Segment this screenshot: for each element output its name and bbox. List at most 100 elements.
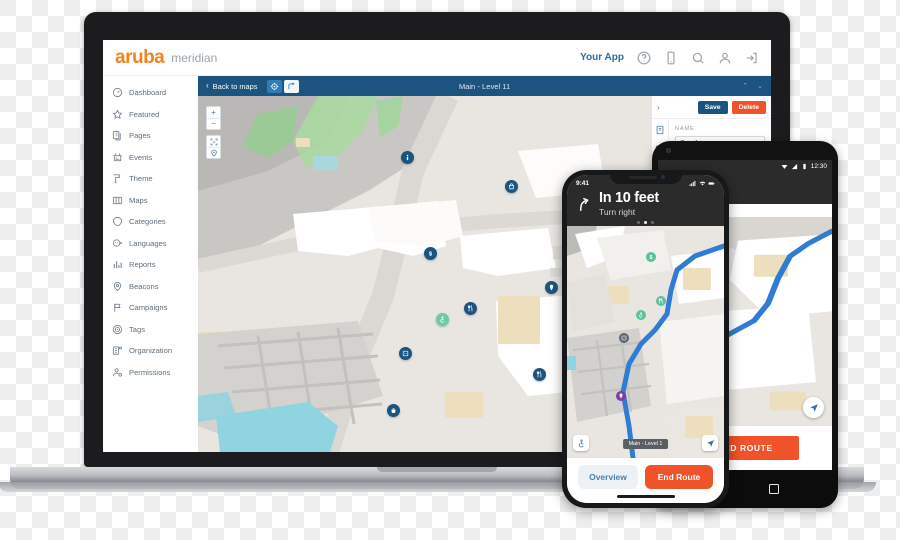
map-marker-accessible[interactable] bbox=[435, 313, 449, 327]
save-button[interactable]: Save bbox=[697, 100, 728, 114]
sidebar-label: Campaigns bbox=[129, 303, 168, 313]
reports-icon bbox=[112, 259, 123, 270]
sidebar-label: Languages bbox=[129, 238, 167, 248]
wifi-icon bbox=[781, 163, 788, 170]
iphone-status-icons bbox=[689, 180, 715, 187]
map-toolbar: ‹ Back to maps Main - Level 11 ⌃ ⌄ bbox=[198, 76, 771, 96]
battery-icon bbox=[708, 180, 715, 187]
svg-text:$: $ bbox=[649, 254, 652, 259]
iphone-home-indicator[interactable] bbox=[616, 495, 675, 498]
iphone-recenter-button[interactable] bbox=[702, 435, 718, 451]
back-to-maps-button[interactable]: ‹ Back to maps bbox=[206, 82, 257, 91]
sidebar-item-maps[interactable]: Maps bbox=[103, 190, 198, 212]
your-app-link[interactable]: Your App bbox=[580, 52, 624, 63]
search-icon[interactable] bbox=[691, 51, 705, 65]
iphone-overview-button[interactable]: Overview bbox=[578, 465, 638, 489]
accessible-icon bbox=[639, 311, 643, 318]
beacon-icon bbox=[112, 281, 123, 292]
delete-button[interactable]: Delete bbox=[731, 100, 766, 114]
sidebar-item-languages[interactable]: Languages bbox=[103, 233, 198, 255]
elevator-icon bbox=[621, 335, 627, 341]
iphone-end-route-button[interactable]: End Route bbox=[645, 465, 713, 489]
android-recenter-button[interactable] bbox=[803, 397, 824, 418]
iphone-map[interactable]: $ Main - Level 1 bbox=[567, 226, 724, 458]
wifi-icon bbox=[699, 180, 706, 187]
collapse-up-icon[interactable]: ⌃ bbox=[742, 82, 748, 90]
events-icon bbox=[112, 152, 123, 163]
languages-icon bbox=[112, 238, 123, 249]
panel-expand-chevron-icon[interactable]: › bbox=[657, 103, 660, 112]
sidebar-item-reports[interactable]: Reports bbox=[103, 254, 198, 276]
iphone-accessibility-button[interactable] bbox=[573, 435, 589, 451]
details-icon[interactable] bbox=[655, 125, 665, 135]
sidebar-item-dashboard[interactable]: Dashboard bbox=[103, 82, 198, 104]
restaurant-icon bbox=[468, 305, 473, 312]
map-marker-pin[interactable] bbox=[544, 281, 558, 295]
navigation-arrow-icon bbox=[809, 403, 818, 412]
info-icon bbox=[407, 154, 409, 161]
sidebar-label: Events bbox=[129, 152, 153, 162]
user-icon[interactable] bbox=[718, 51, 732, 65]
maps-icon bbox=[112, 195, 123, 206]
iphone-marker-destination[interactable] bbox=[615, 390, 626, 401]
iphone-marker-elevator[interactable] bbox=[618, 332, 629, 343]
iphone-turn-text: In 10 feet Turn right bbox=[599, 190, 659, 217]
logout-icon[interactable] bbox=[745, 51, 759, 65]
map-collapse-controls: ⌃ ⌄ bbox=[742, 82, 763, 90]
tag-icon bbox=[112, 216, 123, 227]
permissions-icon bbox=[112, 367, 123, 378]
sidebar-item-tags[interactable]: Tags bbox=[103, 319, 198, 341]
mobile-icon[interactable] bbox=[664, 51, 678, 65]
map-marker-shopping[interactable] bbox=[504, 179, 518, 193]
map-tool-buttons bbox=[267, 79, 300, 93]
sidebar-item-categories[interactable]: Categories bbox=[103, 211, 198, 233]
fit-bounds-button[interactable] bbox=[207, 136, 220, 147]
sidebar-item-campaigns[interactable]: Campaigns bbox=[103, 297, 198, 319]
dashboard-icon bbox=[112, 87, 123, 98]
page-dot-active[interactable] bbox=[644, 221, 647, 225]
iphone-marker-atm[interactable]: $ bbox=[645, 251, 656, 262]
sidebar-label: Maps bbox=[129, 195, 148, 205]
theme-icon bbox=[112, 173, 123, 184]
map-marker-bag[interactable] bbox=[387, 403, 401, 417]
sidebar-item-permissions[interactable]: Permissions bbox=[103, 362, 198, 384]
pages-icon bbox=[112, 130, 123, 141]
help-icon[interactable] bbox=[637, 51, 651, 65]
sidebar-item-featured[interactable]: Featured bbox=[103, 104, 198, 126]
locate-button[interactable] bbox=[207, 147, 220, 158]
collapse-down-icon[interactable]: ⌄ bbox=[757, 82, 763, 90]
elevator-icon bbox=[402, 350, 408, 357]
sidebar-item-theme[interactable]: Theme bbox=[103, 168, 198, 190]
map-marker-elevator[interactable] bbox=[398, 346, 412, 360]
iphone-instruction: Turn right bbox=[599, 206, 636, 217]
page-dot[interactable] bbox=[637, 221, 640, 225]
page-dot[interactable] bbox=[651, 221, 654, 225]
iphone-distance: In 10 feet bbox=[599, 190, 659, 206]
map-controls: + − bbox=[206, 106, 221, 159]
map-view-control-group bbox=[206, 135, 221, 159]
placement-tool-button[interactable] bbox=[267, 79, 283, 93]
navigation-arrow-icon bbox=[706, 439, 714, 447]
sidebar-item-events[interactable]: Events bbox=[103, 147, 198, 169]
zoom-out-button[interactable]: − bbox=[207, 118, 220, 129]
zoom-in-button[interactable]: + bbox=[207, 107, 220, 118]
placement-tool-icon bbox=[271, 82, 279, 90]
sidebar-item-organization[interactable]: Organization bbox=[103, 340, 198, 362]
restaurant-icon bbox=[659, 297, 664, 304]
iphone-turn-row: In 10 feet Turn right bbox=[567, 189, 724, 217]
iphone-marker-accessible[interactable] bbox=[636, 309, 647, 320]
sidebar-label: Tags bbox=[129, 324, 146, 334]
sidebar-item-beacons[interactable]: Beacons bbox=[103, 276, 198, 298]
sidebar-label: Reports bbox=[129, 260, 156, 270]
bag-icon bbox=[391, 407, 396, 413]
signal-icon bbox=[791, 163, 798, 170]
detail-panel-header: › Save Delete bbox=[652, 96, 771, 118]
iphone-screen: 9:41 In 10 feet Turn right $ Main - Leve… bbox=[567, 175, 724, 503]
header-actions: Your App bbox=[580, 51, 759, 65]
route-tool-button[interactable] bbox=[284, 79, 300, 93]
svg-text:$: $ bbox=[429, 252, 433, 257]
campaign-icon bbox=[112, 302, 123, 313]
recents-square-icon[interactable] bbox=[768, 484, 779, 494]
sidebar-item-pages[interactable]: Pages bbox=[103, 125, 198, 147]
aruba-logo: aruba bbox=[115, 46, 165, 68]
